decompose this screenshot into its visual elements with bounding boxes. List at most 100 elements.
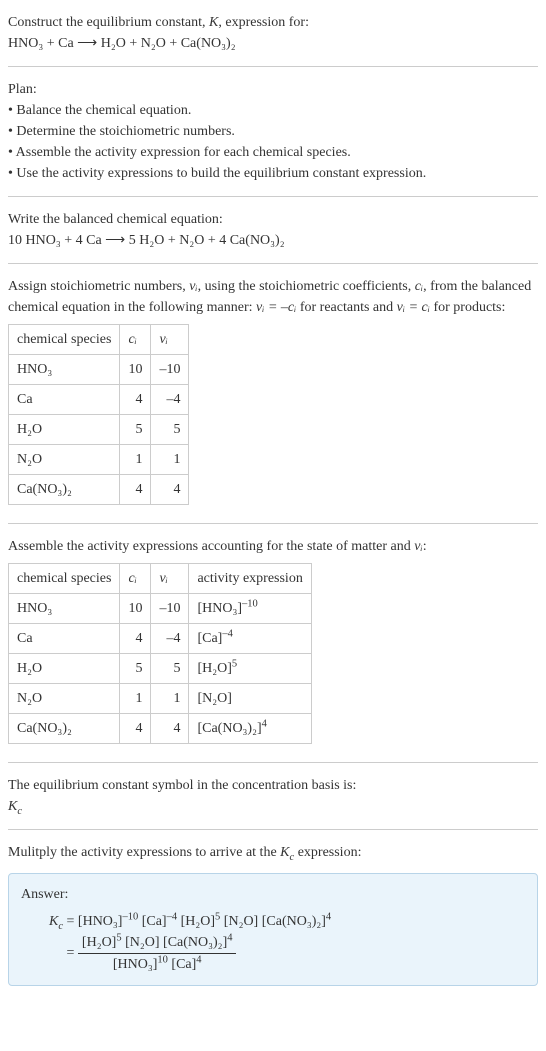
multiply-text: expression: [294,845,361,860]
flat-product: [HNO₃]–10 [Ca]–4 [H₂O]5 [N₂O] [Ca(NO₃)₂]… [78,914,331,929]
cell-nu: –10 [151,355,189,385]
divider [8,762,538,763]
fraction: [H₂O]5 [N₂O] [Ca(NO₃)₂]4 [HNO₃]10 [Ca]4 [78,932,237,975]
divider [8,196,538,197]
cell-ci: 5 [120,654,151,684]
cell-species: Ca(NO₃)₂ [9,714,120,744]
activity-intro-text: Assemble the activity expressions accoun… [8,539,414,554]
stoich-intro-text: for reactants and [296,300,396,315]
cell-species: HNO₃ [9,594,120,624]
cell-nu: 5 [151,415,189,445]
divider [8,66,538,67]
nu-symbol: νᵢ [189,279,197,294]
col-activity: activity expression [189,564,311,594]
ci-symbol: cᵢ [415,279,423,294]
table-row: N₂O 1 1 [9,445,189,475]
divider [8,263,538,264]
activity-intro: Assemble the activity expressions accoun… [8,536,538,557]
table-row: Ca(NO₃)₂ 4 4 [Ca(NO₃)₂]4 [9,714,312,744]
activity-table: chemical species cᵢ νᵢ activity expressi… [8,563,312,744]
cell-activity: [HNO₃]–10 [189,594,311,624]
cell-ci: 10 [120,594,151,624]
question-header: Construct the equilibrium constant, K, e… [8,8,538,58]
col-nu: νᵢ [151,564,189,594]
col-species: chemical species [9,564,120,594]
table-header-row: chemical species cᵢ νᵢ activity expressi… [9,564,312,594]
divider [8,523,538,524]
fraction-denominator: [HNO₃]10 [Ca]4 [78,954,237,975]
col-species: chemical species [9,325,120,355]
cell-nu: 5 [151,654,189,684]
cell-ci: 4 [120,475,151,505]
stoich-intro-text: for products: [430,300,505,315]
table-row: Ca 4 –4 [9,385,189,415]
stoich-table: chemical species cᵢ νᵢ HNO₃ 10 –10 Ca 4 … [8,324,189,505]
cell-species: H₂O [9,415,120,445]
header-text-2: , expression for: [218,15,309,30]
balanced-title: Write the balanced chemical equation: [8,209,538,230]
equals: = [67,946,78,961]
stoich-intro: Assign stoichiometric numbers, νᵢ, using… [8,276,538,318]
cell-ci: 4 [120,714,151,744]
unbalanced-equation: HNO₃ + Ca ⟶ H₂O + N₂O + Ca(NO₃)₂ [8,36,236,51]
kc-base: K [280,845,289,860]
table-row: HNO₃ 10 –10 [HNO₃]–10 [9,594,312,624]
equals: = [63,914,78,929]
table-header-row: chemical species cᵢ νᵢ [9,325,189,355]
kc-expression: Kc = [HNO₃]–10 [Ca]–4 [H₂O]5 [N₂O] [Ca(N… [21,911,525,975]
nu-symbol: νᵢ [414,539,422,554]
balanced-section: Write the balanced chemical equation: 10… [8,205,538,255]
cell-species: Ca [9,624,120,654]
header-text-1: Construct the equilibrium constant, [8,15,209,30]
cell-activity: [H₂O]5 [189,654,311,684]
cell-ci: 1 [120,684,151,714]
plan-item: • Determine the stoichiometric numbers. [8,121,538,142]
cell-nu: –4 [151,385,189,415]
plan-item: • Assemble the activity expression for e… [8,142,538,163]
table-row: Ca 4 –4 [Ca]–4 [9,624,312,654]
table-row: Ca(NO₃)₂ 4 4 [9,475,189,505]
header-K: K [209,15,218,30]
plan-section: Plan: • Balance the chemical equation. •… [8,75,538,188]
col-ci: cᵢ [120,564,151,594]
multiply-section: Mulitply the activity expressions to arr… [8,838,538,867]
cell-nu: 4 [151,475,189,505]
stoich-intro-text: Assign stoichiometric numbers, [8,279,189,294]
cell-species: H₂O [9,654,120,684]
activity-intro-text: : [423,539,427,554]
cell-ci: 1 [120,445,151,475]
plan-item: • Use the activity expressions to build … [8,163,538,184]
plan-item: • Balance the chemical equation. [8,100,538,121]
table-row: H₂O 5 5 [H₂O]5 [9,654,312,684]
kc-base: K [49,914,58,929]
cell-nu: 4 [151,714,189,744]
kc-symbol: Kc [8,796,538,817]
stoich-section: Assign stoichiometric numbers, νᵢ, using… [8,272,538,515]
col-nu: νᵢ [151,325,189,355]
cell-activity: [Ca]–4 [189,624,311,654]
cell-activity: [Ca(NO₃)₂]4 [189,714,311,744]
table-row: H₂O 5 5 [9,415,189,445]
cell-nu: –4 [151,624,189,654]
cell-species: Ca(NO₃)₂ [9,475,120,505]
kc-symbol-text: The equilibrium constant symbol in the c… [8,775,538,796]
kc-symbol-section: The equilibrium constant symbol in the c… [8,771,538,821]
stoich-intro-text: , using the stoichiometric coefficients, [198,279,415,294]
balanced-equation: 10 HNO₃ + 4 Ca ⟶ 5 H₂O + N₂O + 4 Ca(NO₃)… [8,230,538,251]
cell-ci: 10 [120,355,151,385]
activity-section: Assemble the activity expressions accoun… [8,532,538,754]
table-row: N₂O 1 1 [N₂O] [9,684,312,714]
relation-2: νᵢ = cᵢ [397,300,430,315]
answer-label: Answer: [21,884,525,905]
cell-ci: 5 [120,415,151,445]
cell-species: Ca [9,385,120,415]
plan-title: Plan: [8,79,538,100]
multiply-text: Mulitply the activity expressions to arr… [8,845,280,860]
answer-box: Answer: Kc = [HNO₃]–10 [Ca]–4 [H₂O]5 [N₂… [8,873,538,986]
cell-species: N₂O [9,684,120,714]
cell-activity: [N₂O] [189,684,311,714]
divider [8,829,538,830]
cell-species: N₂O [9,445,120,475]
cell-nu: –10 [151,594,189,624]
col-ci: cᵢ [120,325,151,355]
